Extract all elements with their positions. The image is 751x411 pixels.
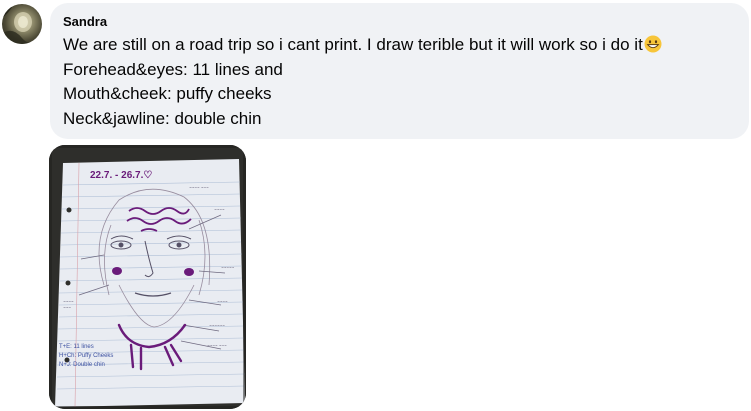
svg-text:~~~~~: ~~~~~ bbox=[221, 265, 235, 270]
avatar-photo bbox=[2, 4, 42, 44]
comment-text: We are still on a road trip so i cant pr… bbox=[63, 35, 643, 54]
comment: Sandra We are still on a road trip so i … bbox=[0, 0, 751, 411]
comment-line: We are still on a road trip so i cant pr… bbox=[63, 33, 737, 58]
comment-line: Mouth&cheek: puffy cheeks bbox=[63, 84, 272, 103]
author-name[interactable]: Sandra bbox=[63, 13, 737, 31]
comment-line: Neck&jawline: double chin bbox=[63, 108, 262, 128]
drawing-photo: 22.7. - 26.7.♡ ~~~~ ~~~ ~~~~ ~~~~~ ~~~~ … bbox=[49, 145, 246, 409]
svg-text:~~~: ~~~ bbox=[63, 305, 71, 310]
svg-text:~~~~~~: ~~~~~~ bbox=[209, 323, 225, 328]
svg-text:~~~~: ~~~~ bbox=[63, 299, 74, 304]
photo-date: 22.7. - 26.7.♡ bbox=[90, 170, 152, 181]
svg-text:~~~~: ~~~~ bbox=[214, 207, 225, 212]
svg-text:~~~~ ~~~: ~~~~ ~~~ bbox=[207, 343, 227, 348]
photo-note-neck: N+J: Double chin bbox=[59, 362, 105, 368]
avatar[interactable] bbox=[2, 4, 42, 44]
comment-line: Forehead&eyes: 11 lines and bbox=[63, 59, 283, 79]
attached-photo[interactable]: 22.7. - 26.7.♡ ~~~~ ~~~ ~~~~ ~~~~~ ~~~~ … bbox=[49, 145, 246, 409]
svg-text:~~~~ ~~~: ~~~~ ~~~ bbox=[189, 185, 209, 190]
comment-bubble: Sandra We are still on a road trip so i … bbox=[50, 3, 749, 139]
svg-text:~~~~: ~~~~ bbox=[217, 299, 228, 304]
grinning-face-emoji-icon bbox=[644, 35, 662, 53]
photo-note-forehead: T+E: 11 lines bbox=[59, 344, 94, 350]
photo-note-cheeks: H+Ch: Puffy Cheeks bbox=[59, 353, 113, 359]
